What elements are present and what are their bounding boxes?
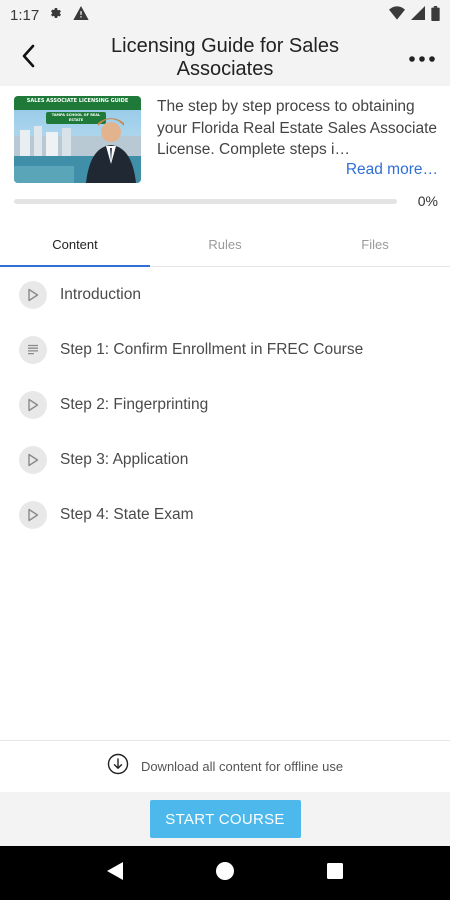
thumbnail-banner-text: SALES ASSOCIATE LICENSING GUIDE <box>26 98 129 104</box>
lesson-item-step-4[interactable]: Step 4: State Exam <box>0 487 450 542</box>
app-header: Licensing Guide for Sales Associates <box>0 30 450 86</box>
nav-home-button[interactable] <box>205 853 245 893</box>
wifi-icon <box>389 6 405 24</box>
lesson-item-introduction[interactable]: Introduction <box>0 267 450 322</box>
progress-percent: 0% <box>417 193 438 209</box>
course-progress: 0% <box>14 192 438 210</box>
download-circle-icon <box>107 753 129 780</box>
lesson-label: Step 3: Application <box>60 450 189 468</box>
lesson-item-step-3[interactable]: Step 3: Application <box>0 432 450 487</box>
course-tabs: Content Rules Files <box>0 224 450 267</box>
play-icon <box>19 390 47 419</box>
nav-recents-button[interactable] <box>315 853 355 893</box>
more-options-button[interactable] <box>394 30 450 86</box>
course-description-text: The step by step process to obtaining yo… <box>157 98 437 158</box>
circle-home-icon <box>215 861 235 886</box>
download-all-label: Download all content for offline use <box>140 759 344 774</box>
battery-icon <box>431 5 440 25</box>
download-all-button[interactable]: Download all content for offline use <box>0 740 450 792</box>
page-title: Licensing Guide for Sales Associates <box>111 35 339 80</box>
lesson-list: Introduction Step 1: Confirm Enrollment … <box>0 267 450 542</box>
lesson-label: Step 1: Confirm Enrollment in FREC Cours… <box>60 340 364 358</box>
course-info: SALES ASSOCIATE LICENSING GUIDE TAMPA SC… <box>14 96 438 186</box>
nav-back-button[interactable] <box>95 853 135 893</box>
lesson-label: Introduction <box>60 285 141 303</box>
progress-bar <box>14 198 397 204</box>
course-thumbnail[interactable]: SALES ASSOCIATE LICENSING GUIDE TAMPA SC… <box>14 96 141 183</box>
cellular-signal-icon <box>411 6 425 24</box>
chevron-left-icon <box>21 44 35 73</box>
settings-gear-icon <box>49 6 63 24</box>
system-navigation-bar <box>0 846 450 900</box>
lesson-label: Step 2: Fingerprinting <box>60 395 209 413</box>
status-bar: 1:17 <box>0 0 450 30</box>
play-icon <box>19 445 47 474</box>
course-description: The step by step process to obtaining yo… <box>157 96 438 186</box>
thumbnail-logo-text: TAMPA SCHOOL OF REAL ESTATE <box>51 113 101 122</box>
triangle-back-icon <box>106 861 124 886</box>
more-horizontal-icon <box>409 49 435 67</box>
lesson-label: Step 4: State Exam <box>60 505 194 523</box>
tab-rules[interactable]: Rules <box>150 224 300 266</box>
play-icon <box>19 280 47 309</box>
read-more-link[interactable]: Read more… <box>346 159 438 181</box>
play-icon <box>19 500 47 529</box>
tab-files[interactable]: Files <box>300 224 450 266</box>
warning-icon <box>73 6 89 24</box>
back-button[interactable] <box>0 30 56 86</box>
lesson-item-step-2[interactable]: Step 2: Fingerprinting <box>0 377 450 432</box>
tab-content[interactable]: Content <box>0 224 150 267</box>
text-lines-icon <box>19 335 47 364</box>
start-course-button[interactable]: START COURSE <box>149 800 301 838</box>
bottom-action-bar: START COURSE <box>0 792 450 846</box>
status-time: 1:17 <box>10 6 40 24</box>
lesson-item-step-1[interactable]: Step 1: Confirm Enrollment in FREC Cours… <box>0 322 450 377</box>
square-recents-icon <box>326 862 344 885</box>
